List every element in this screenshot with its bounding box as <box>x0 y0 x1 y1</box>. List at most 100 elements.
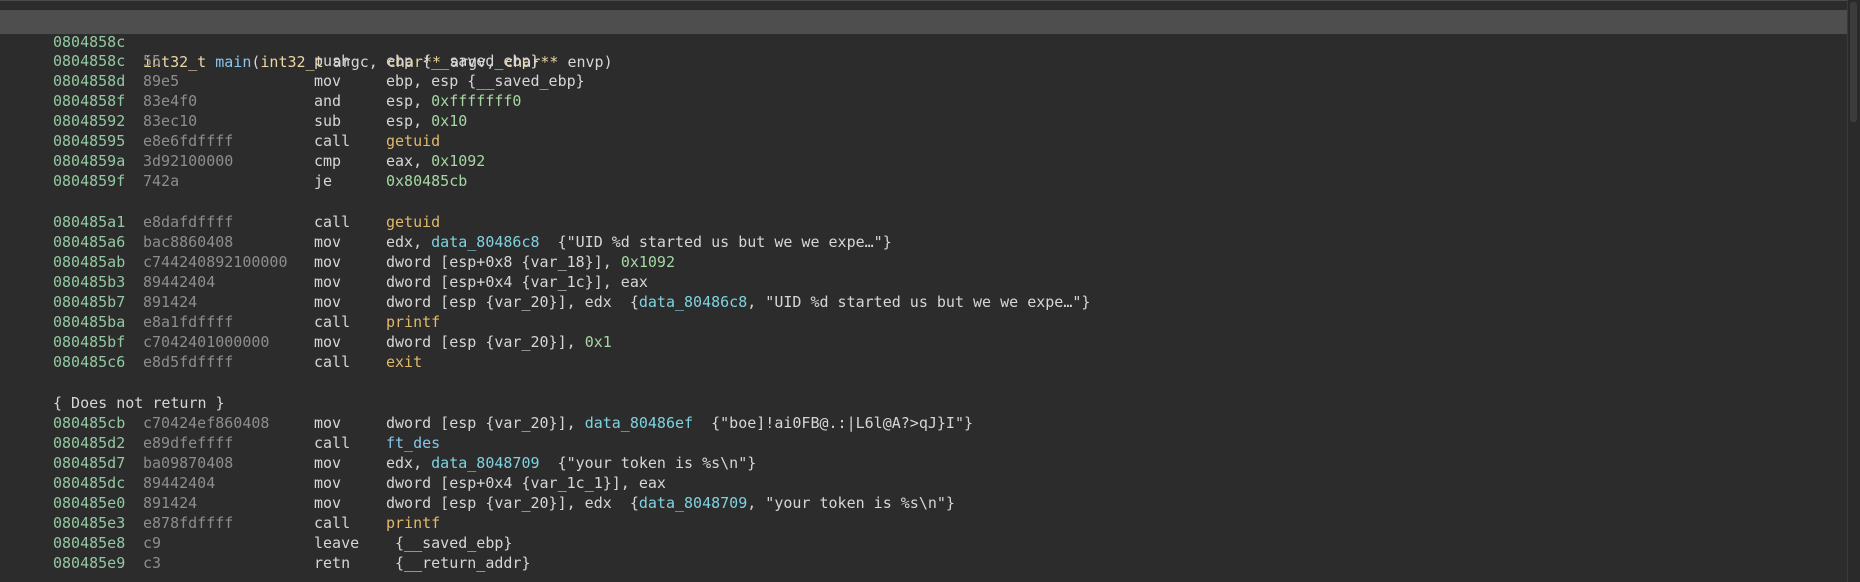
instruction-address[interactable]: 080485ba <box>53 312 125 332</box>
scrollbar-thumb[interactable] <box>1850 2 1857 122</box>
top-border <box>0 0 1848 1</box>
function-address[interactable]: 0804858c <box>53 32 125 52</box>
instruction-mnemonic[interactable]: mov <box>314 453 341 473</box>
instruction-mnemonic[interactable]: leave <box>314 533 359 553</box>
instruction-row[interactable]: 08048595 e8e6fdffff call getuid <box>0 131 1848 151</box>
instruction-mnemonic[interactable]: mov <box>314 272 341 292</box>
instruction-row[interactable]: 080485e8 c9 leave {__saved_ebp} <box>0 533 1848 553</box>
instruction-mnemonic[interactable]: call <box>314 352 350 372</box>
operand-dat[interactable]: data_80486c8 <box>431 233 539 251</box>
no-return-note: { Does not return } <box>53 394 225 412</box>
instruction-row[interactable]: 0804858f 83e4f0 and esp, 0xfffffff0 <box>0 91 1848 111</box>
instruction-address[interactable]: 080485e9 <box>53 553 125 573</box>
instruction-address[interactable]: 080485d2 <box>53 433 125 453</box>
instruction-address[interactable]: 080485b7 <box>53 292 125 312</box>
instruction-row[interactable]: 080485e3 e878fdffff call printf <box>0 513 1848 533</box>
operand-dat[interactable]: data_8048709 <box>639 494 747 512</box>
instruction-mnemonic[interactable]: call <box>314 212 350 232</box>
operand-num[interactable]: 0x10 <box>431 112 467 130</box>
disassembly-view[interactable]: 0804858c int32_t main(int32_t argc, char… <box>0 0 1860 582</box>
operand-num[interactable]: 0x1092 <box>621 253 675 271</box>
instruction-address[interactable]: 080485c6 <box>53 352 125 372</box>
instruction-address[interactable]: 080485cb <box>53 413 125 433</box>
instruction-mnemonic[interactable]: je <box>314 171 332 191</box>
instruction-operands: {__saved_ebp} <box>386 533 512 553</box>
operand-sym[interactable]: printf <box>386 313 440 331</box>
instruction-mnemonic[interactable]: mov <box>314 292 341 312</box>
operand-dat[interactable]: data_80486c8 <box>639 293 747 311</box>
instruction-address[interactable]: 080485b3 <box>53 272 125 292</box>
instruction-mnemonic[interactable]: cmp <box>314 151 341 171</box>
instruction-row[interactable]: 080485dc 89442404 mov dword [esp+0x4 {var_1… <box>0 473 1848 493</box>
instruction-mnemonic[interactable]: sub <box>314 111 341 131</box>
instruction-address[interactable]: 080485e3 <box>53 513 125 533</box>
instruction-row[interactable]: 080485cb c70424ef860408 mov dword [esp {var… <box>0 413 1848 433</box>
instruction-address[interactable]: 0804858f <box>53 91 125 111</box>
instruction-row[interactable]: 080485b7 891424 mov dword [esp {var_20}], e… <box>0 292 1848 312</box>
operand-sym[interactable]: getuid <box>386 213 440 231</box>
instruction-address[interactable]: 080485e0 <box>53 493 125 513</box>
instruction-address[interactable]: 080485e8 <box>53 533 125 553</box>
instruction-mnemonic[interactable]: and <box>314 91 341 111</box>
instruction-row[interactable]: 080485d7 ba09870408 mov edx, data_8048709 {… <box>0 453 1848 473</box>
operand-sym[interactable]: printf <box>386 514 440 532</box>
instruction-mnemonic[interactable]: mov <box>314 473 341 493</box>
instruction-row[interactable]: 080485bf c7042401000000 mov dword [esp {var… <box>0 332 1848 352</box>
operand-dat[interactable]: data_8048709 <box>431 454 539 472</box>
instruction-bytes: e878fdffff <box>143 514 234 532</box>
instruction-bytes: 83ec10 <box>143 112 198 130</box>
instruction-mnemonic[interactable]: retn <box>314 553 350 573</box>
instruction-row[interactable]: 080485b3 89442404 mov dword [esp+0x4 {var_1… <box>0 272 1848 292</box>
instruction-mnemonic[interactable]: mov <box>314 71 341 91</box>
instruction-address[interactable]: 080485a6 <box>53 232 125 252</box>
instruction-row[interactable]: 0804859a 3d92100000 cmp eax, 0x1092 <box>0 151 1848 171</box>
operand-sym[interactable]: exit <box>386 353 422 371</box>
operand-num[interactable]: 0x80485cb <box>386 172 467 190</box>
instruction-address[interactable]: 0804858d <box>53 71 125 91</box>
instruction-address[interactable]: 08048595 <box>53 131 125 151</box>
vertical-scrollbar[interactable] <box>1847 0 1860 582</box>
function-header[interactable]: 0804858c int32_t main(int32_t argc, char… <box>0 10 1848 71</box>
instruction-row[interactable]: 080485e0 891424 mov dword [esp {var_20}], e… <box>0 493 1848 513</box>
operand-reg: edx, <box>386 454 432 472</box>
instruction-row[interactable]: 080485e9 c3 retn {__return_addr} <box>0 553 1848 573</box>
instruction-address[interactable]: 08048592 <box>53 111 125 131</box>
instruction-address[interactable]: 080485ab <box>53 252 125 272</box>
instruction-mnemonic[interactable]: call <box>314 312 350 332</box>
function-signature-line[interactable]: 0804858c int32_t main(int32_t argc, char… <box>0 12 1848 71</box>
instruction-mnemonic[interactable]: mov <box>314 493 341 513</box>
instruction-row[interactable]: 080485d2 e89dfeffff call ft_des <box>0 433 1848 453</box>
instruction-address[interactable]: 080485a1 <box>53 212 125 232</box>
operand-dat[interactable]: data_80486ef <box>585 414 693 432</box>
instruction-mnemonic[interactable]: push <box>314 51 350 71</box>
instruction-mnemonic[interactable]: call <box>314 433 350 453</box>
operand-sym[interactable]: getuid <box>386 132 440 150</box>
instruction-row[interactable]: 080485a1 e8dafdffff call getuid <box>0 212 1848 232</box>
instruction-address[interactable]: 080485dc <box>53 473 125 493</box>
operand-num[interactable]: 0xfffffff0 <box>431 92 521 110</box>
instruction-mnemonic[interactable]: call <box>314 131 350 151</box>
instruction-row[interactable]: 0804858d 89e5 mov ebp, esp {__saved_ebp} <box>0 71 1848 91</box>
instruction-operands: dword [esp {var_20}], 0x1 <box>386 332 612 352</box>
instruction-address[interactable]: 080485bf <box>53 332 125 352</box>
instruction-row[interactable]: 080485ba e8a1fdffff call printf <box>0 312 1848 332</box>
instruction-mnemonic[interactable]: mov <box>314 332 341 352</box>
instruction-row[interactable]: 0804858c 55 push ebp {__saved_ebp} <box>0 51 1848 71</box>
instruction-row[interactable]: 080485ab c744240892100000 mov dword [esp+0x… <box>0 252 1848 272</box>
operand-fn[interactable]: ft_des <box>386 434 440 452</box>
operand-str: , "your token is %s\n"} <box>747 494 955 512</box>
instruction-row[interactable]: 0804859f 742a je 0x80485cb <box>0 171 1848 191</box>
instruction-address[interactable]: 0804859f <box>53 171 125 191</box>
instruction-mnemonic[interactable]: mov <box>314 413 341 433</box>
instruction-address[interactable]: 0804858c <box>53 51 125 71</box>
instruction-row[interactable]: 08048592 83ec10 sub esp, 0x10 <box>0 111 1848 131</box>
operand-num[interactable]: 0x1 <box>585 333 612 351</box>
instruction-row[interactable]: 080485c6 e8d5fdffff call exit <box>0 352 1848 372</box>
instruction-mnemonic[interactable]: mov <box>314 252 341 272</box>
instruction-mnemonic[interactable]: call <box>314 513 350 533</box>
instruction-mnemonic[interactable]: mov <box>314 232 341 252</box>
operand-num[interactable]: 0x1092 <box>431 152 485 170</box>
instruction-row[interactable]: 080485a6 bac8860408 mov edx, data_80486c8 {… <box>0 232 1848 252</box>
instruction-address[interactable]: 080485d7 <box>53 453 125 473</box>
instruction-address[interactable]: 0804859a <box>53 151 125 171</box>
